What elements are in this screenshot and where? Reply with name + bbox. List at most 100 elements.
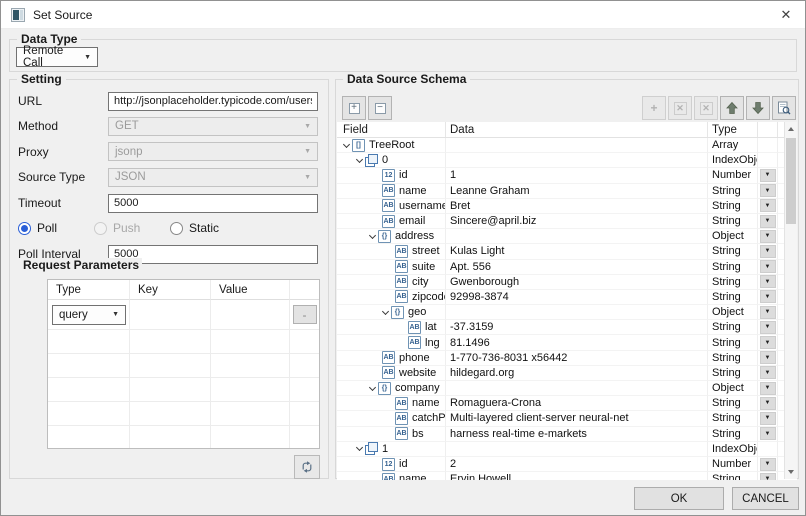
tree-data-cell[interactable]: Ervin Howell	[446, 472, 708, 480]
tree-data-cell[interactable]: Romaguera-Crona	[446, 396, 708, 411]
type-dropdown-button[interactable]: ▼	[760, 306, 776, 319]
param-value-cell[interactable]	[211, 300, 290, 330]
timeout-input[interactable]	[108, 194, 318, 213]
empty-cell[interactable]	[211, 354, 290, 378]
empty-cell[interactable]	[211, 402, 290, 426]
poll-radio[interactable]: Poll	[18, 221, 94, 235]
type-dropdown-button[interactable]: ▼	[760, 245, 776, 258]
tree-row[interactable]: ABnameLeanne GrahamString▼	[337, 184, 797, 199]
empty-cell[interactable]	[130, 378, 211, 402]
tree-data-cell[interactable]: Multi-layered client-server neural-net	[446, 411, 708, 426]
type-dropdown-button[interactable]: ▼	[760, 169, 776, 182]
type-dropdown-button[interactable]: ▼	[760, 366, 776, 379]
tree-data-cell[interactable]: Sincere@april.biz	[446, 214, 708, 229]
empty-cell[interactable]	[48, 378, 130, 402]
tree-row[interactable]: ABusernameBretString▼	[337, 199, 797, 214]
tree-data-cell[interactable]: 81.1496	[446, 335, 708, 350]
tree-row[interactable]: ABnameErvin HowellString▼	[337, 472, 797, 480]
ok-button[interactable]: OK	[634, 487, 724, 510]
move-up-button[interactable]	[720, 96, 744, 120]
empty-cell[interactable]	[130, 426, 211, 449]
type-dropdown-button[interactable]: ▼	[760, 458, 776, 471]
tree-row[interactable]: ABcatchPhraseMulti-layered client-server…	[337, 411, 797, 426]
type-dropdown-button[interactable]: ▼	[760, 215, 776, 228]
url-input[interactable]	[108, 92, 318, 111]
tree-row[interactable]: ABstreetKulas LightString▼	[337, 244, 797, 259]
tree-data-cell[interactable]: Gwenborough	[446, 275, 708, 290]
chevron-expanded-icon[interactable]	[366, 235, 378, 238]
chevron-expanded-icon[interactable]	[353, 159, 365, 162]
empty-cell[interactable]	[48, 402, 130, 426]
expand-all-button[interactable]: +	[342, 96, 366, 120]
tree-data-cell[interactable]	[446, 138, 708, 153]
data-type-select[interactable]: Remote Call ▼	[16, 47, 98, 67]
empty-cell[interactable]	[130, 330, 211, 354]
tree-row[interactable]: ABcityGwenboroughString▼	[337, 275, 797, 290]
chevron-expanded-icon[interactable]	[353, 447, 365, 450]
empty-cell[interactable]	[290, 378, 319, 402]
tree-row[interactable]: 12id1Number▼	[337, 168, 797, 183]
cancel-button[interactable]: CANCEL	[732, 487, 799, 510]
tree-row[interactable]: ABzipcode92998-3874String▼	[337, 290, 797, 305]
tree-row[interactable]: ABlng81.1496String▼	[337, 335, 797, 350]
tree-row[interactable]: {}geoObject▼	[337, 305, 797, 320]
close-button[interactable]: ✕	[767, 1, 805, 29]
tree-row[interactable]: ABbsharness real-time e-marketsString▼	[337, 427, 797, 442]
static-radio[interactable]: Static	[170, 221, 219, 235]
collapse-all-button[interactable]: −	[368, 96, 392, 120]
tree-row[interactable]: ABsuiteApt. 556String▼	[337, 260, 797, 275]
type-dropdown-button[interactable]: ▼	[760, 184, 776, 197]
type-dropdown-button[interactable]: ▼	[760, 336, 776, 349]
tree-row[interactable]: ABphone1-770-736-8031 x56442String▼	[337, 351, 797, 366]
tree-data-cell[interactable]: Bret	[446, 199, 708, 214]
empty-cell[interactable]	[290, 330, 319, 354]
scroll-down-icon[interactable]	[785, 465, 797, 479]
remove-parameter-button[interactable]: -	[293, 305, 317, 324]
tree-row[interactable]: {}addressObject▼	[337, 229, 797, 244]
empty-cell[interactable]	[130, 354, 211, 378]
empty-cell[interactable]	[290, 354, 319, 378]
type-dropdown-button[interactable]: ▼	[760, 275, 776, 288]
preview-data-button[interactable]	[772, 96, 796, 120]
move-down-button[interactable]	[746, 96, 770, 120]
tree-row[interactable]: 0IndexObject	[337, 153, 797, 168]
tree-data-cell[interactable]: Apt. 556	[446, 260, 708, 275]
tree-row[interactable]: ABlat-37.3159String▼	[337, 320, 797, 335]
tree-data-cell[interactable]	[446, 305, 708, 320]
param-key-cell[interactable]	[130, 300, 211, 330]
tree-row[interactable]: ABnameRomaguera-CronaString▼	[337, 396, 797, 411]
type-dropdown-button[interactable]: ▼	[760, 230, 776, 243]
tree-row[interactable]: ABwebsitehildegard.orgString▼	[337, 366, 797, 381]
tree-data-cell[interactable]: 1	[446, 168, 708, 183]
chevron-expanded-icon[interactable]	[379, 311, 391, 314]
tree-row[interactable]: 12id2Number▼	[337, 457, 797, 472]
tree-scrollbar[interactable]	[784, 122, 797, 479]
tree-row[interactable]: []TreeRootArray	[337, 138, 797, 153]
empty-cell[interactable]	[48, 330, 130, 354]
type-dropdown-button[interactable]: ▼	[760, 427, 776, 440]
type-dropdown-button[interactable]: ▼	[760, 382, 776, 395]
type-dropdown-button[interactable]: ▼	[760, 412, 776, 425]
empty-cell[interactable]	[130, 402, 211, 426]
empty-cell[interactable]	[48, 354, 130, 378]
empty-cell[interactable]	[211, 330, 290, 354]
tree-data-cell[interactable]	[446, 153, 708, 168]
tree-data-cell[interactable]: harness real-time e-markets	[446, 427, 708, 442]
chevron-expanded-icon[interactable]	[366, 387, 378, 390]
tree-row[interactable]: {}companyObject▼	[337, 381, 797, 396]
scroll-up-icon[interactable]	[785, 122, 797, 136]
chevron-expanded-icon[interactable]	[340, 144, 352, 147]
tree-data-cell[interactable]	[446, 442, 708, 457]
scrollbar-thumb[interactable]	[786, 138, 796, 224]
type-dropdown-button[interactable]: ▼	[760, 397, 776, 410]
tree-row[interactable]: 1IndexObject	[337, 442, 797, 457]
refresh-parameters-button[interactable]	[294, 455, 320, 479]
empty-cell[interactable]	[290, 402, 319, 426]
tree-data-cell[interactable]: 1-770-736-8031 x56442	[446, 351, 708, 366]
type-dropdown-button[interactable]: ▼	[760, 290, 776, 303]
empty-cell[interactable]	[290, 426, 319, 449]
tree-data-cell[interactable]	[446, 229, 708, 244]
empty-cell[interactable]	[48, 426, 130, 449]
tree-data-cell[interactable]	[446, 381, 708, 396]
tree-data-cell[interactable]: Leanne Graham	[446, 184, 708, 199]
